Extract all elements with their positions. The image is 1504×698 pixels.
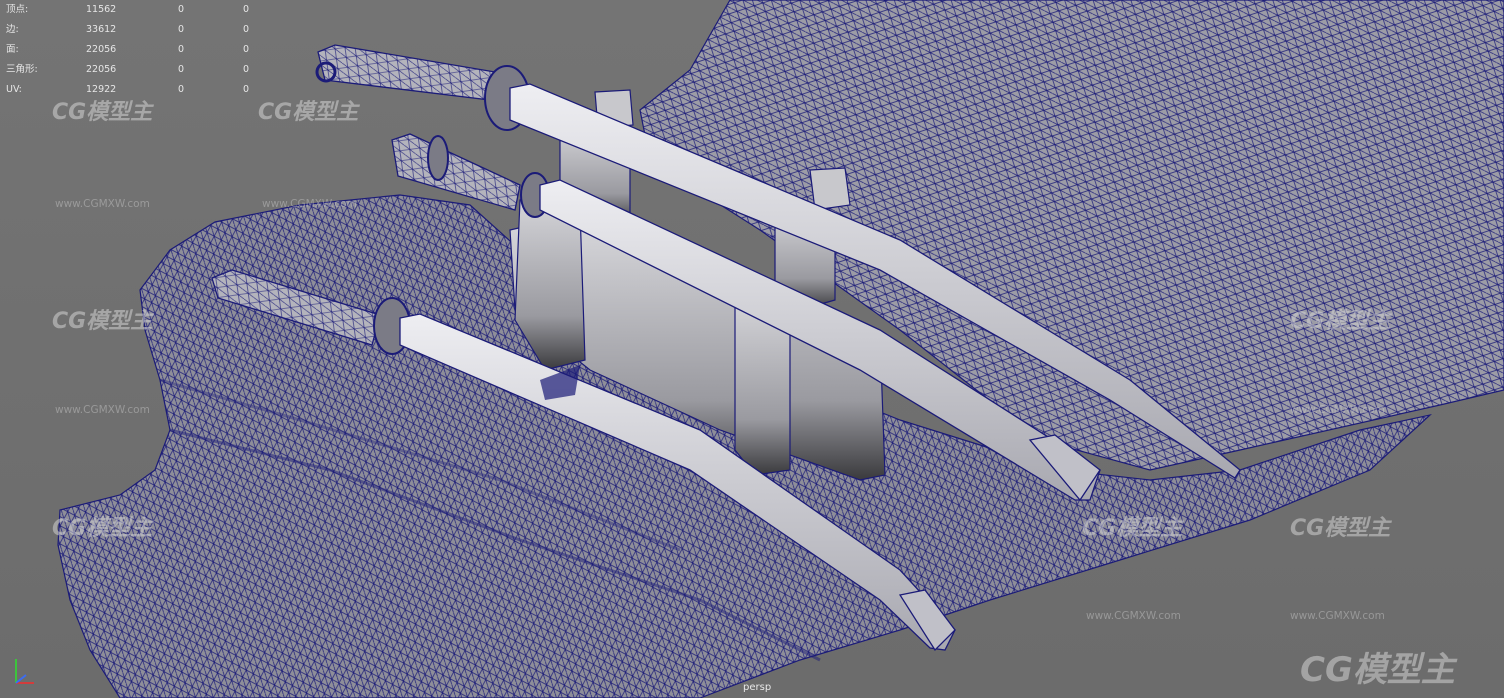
wireframe-scene[interactable] [0, 0, 1504, 698]
hud-row-triangles: 三角形: 22056 0 0 [6, 60, 266, 80]
hud-label: 三角形: [6, 64, 38, 75]
watermark-url: www.CGMXW.com [1290, 610, 1385, 622]
maya-viewport[interactable]: 顶点: 11562 0 0 边: 33612 0 0 面: 22056 0 0 … [0, 0, 1504, 698]
hud-value: 0 [243, 44, 250, 55]
hud-value: 12922 [86, 84, 117, 95]
hud-value: 0 [178, 84, 185, 95]
hud-value: 0 [243, 84, 250, 95]
watermark-url: www.CGMXW.com [1086, 610, 1181, 622]
camera-label: persp [743, 682, 772, 693]
hud-label: 顶点: [6, 4, 29, 15]
hud-row-vertices: 顶点: 11562 0 0 [6, 0, 266, 20]
watermark-logo: CG模型主 [1082, 516, 1183, 541]
watermark-logo: CG模型主 [1290, 309, 1391, 334]
watermark-logo: CG模型主 [52, 309, 153, 334]
hud-value: 0 [178, 44, 185, 55]
hud-value: 0 [178, 24, 185, 35]
watermark-url: www.CGMXW.com [55, 404, 150, 416]
watermark-url: www.CGMXW.com [262, 198, 357, 210]
hud-value: 0 [178, 64, 185, 75]
hud-label: 面: [6, 44, 19, 55]
hud-label: UV: [6, 84, 22, 95]
hud-value: 33612 [86, 24, 117, 35]
hud-value: 11562 [86, 4, 117, 15]
watermark-url: www.CGMXW.com [1290, 404, 1385, 416]
hud-value: 0 [243, 64, 250, 75]
watermark-logo: CG模型主 [1290, 516, 1391, 541]
hud-value: 0 [178, 4, 185, 15]
poly-count-hud: 顶点: 11562 0 0 边: 33612 0 0 面: 22056 0 0 … [6, 0, 266, 100]
hud-label: 边: [6, 24, 19, 35]
axis-gizmo-icon [15, 659, 34, 684]
watermark-logo: CG模型主 [52, 516, 153, 541]
hud-row-uv: UV: 12922 0 0 [6, 80, 266, 100]
hud-value: 0 [243, 24, 250, 35]
watermark-url: www.CGMXW.com [55, 198, 150, 210]
hud-value: 22056 [86, 64, 117, 75]
watermark-logo-large: CG模型主 [1300, 650, 1455, 690]
hud-row-edges: 边: 33612 0 0 [6, 20, 266, 40]
hud-value: 0 [243, 4, 250, 15]
watermark-logo: CG模型主 [258, 100, 359, 125]
hud-value: 22056 [86, 44, 117, 55]
hud-row-faces: 面: 22056 0 0 [6, 40, 266, 60]
